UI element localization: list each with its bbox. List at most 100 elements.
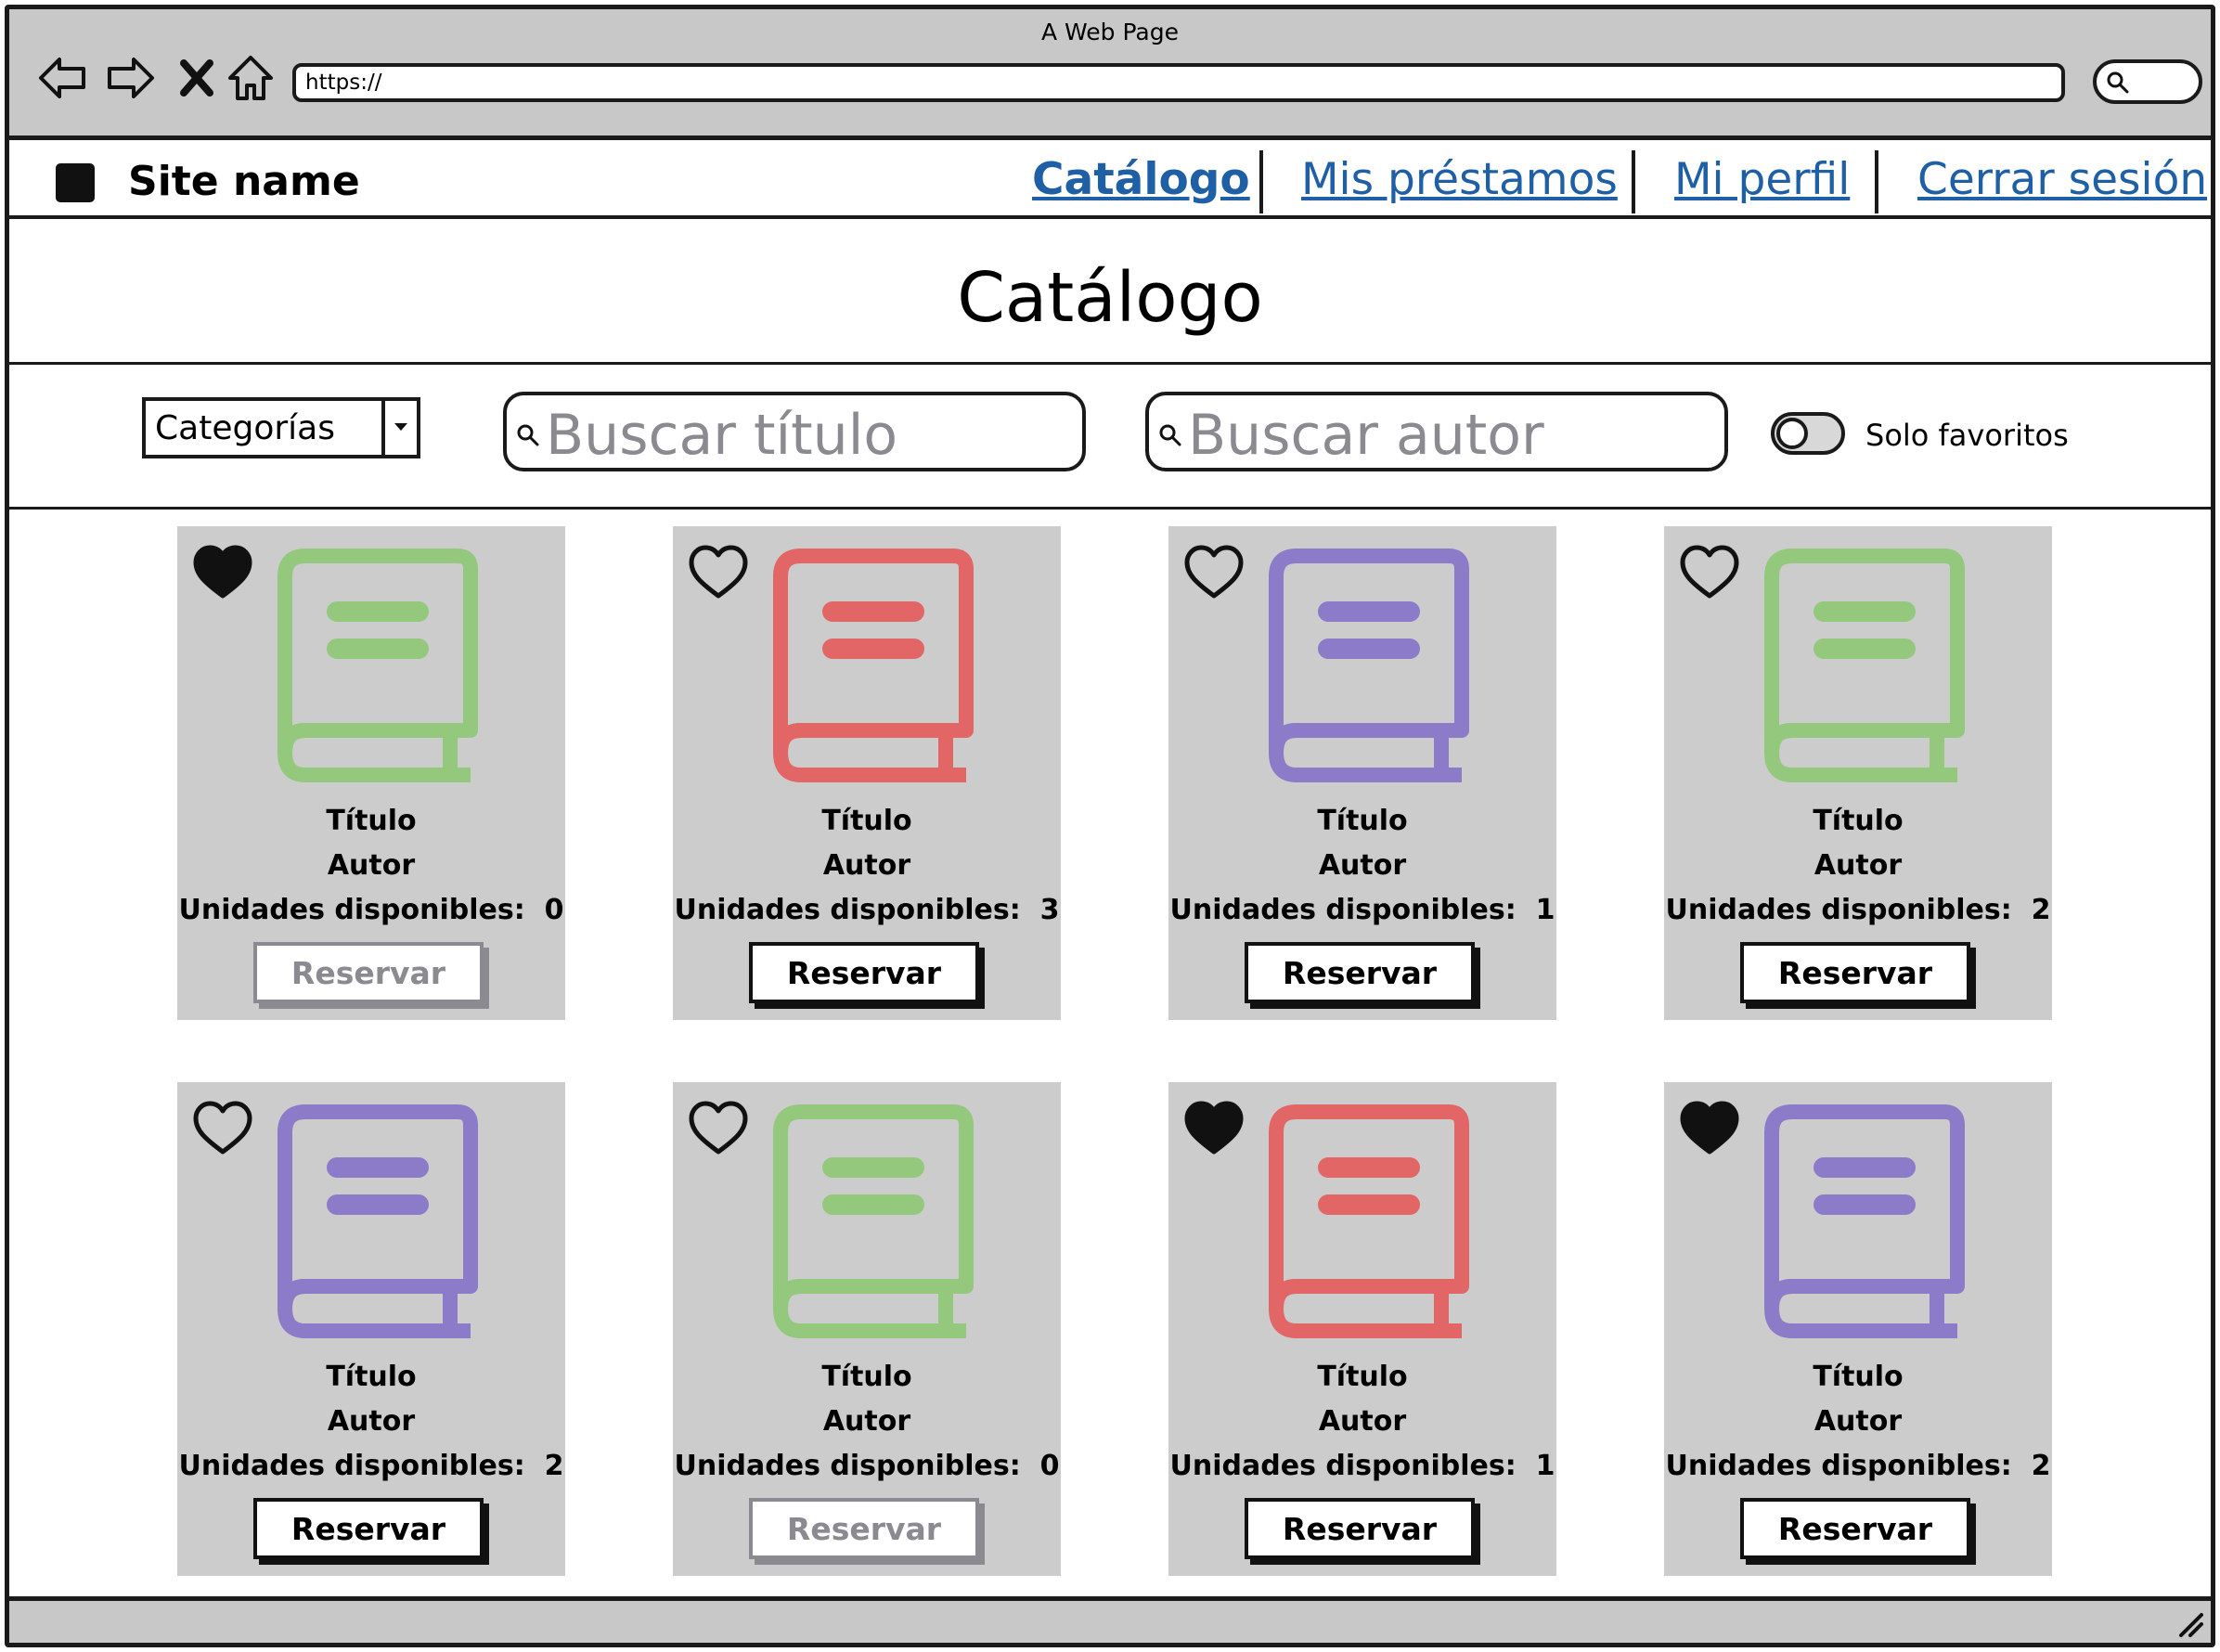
book-title: Título	[821, 805, 912, 837]
search-icon	[2107, 71, 2129, 94]
reserve-button[interactable]: Reservar	[749, 942, 979, 1003]
book-units: Unidades disponibles: 0	[177, 894, 565, 926]
page-title: Catálogo	[957, 258, 1263, 338]
dropdown-toggle[interactable]	[381, 401, 417, 455]
nav-link-catalogo[interactable]: Catálogo	[1032, 154, 1250, 205]
caret-down-icon	[394, 423, 407, 431]
book-card: Título Autor Unidades disponibles: 2 Res…	[1664, 526, 2052, 1020]
book-units: Unidades disponibles: 1	[1168, 1450, 1556, 1482]
book-icon	[1269, 549, 1469, 782]
heart-filled-icon[interactable]	[1679, 1099, 1740, 1156]
nav-separator	[1875, 150, 1878, 213]
search-icon	[1159, 424, 1181, 446]
book-units: Unidades disponibles: 2	[177, 1450, 565, 1482]
resize-grip-icon[interactable]	[2174, 1607, 2205, 1639]
heart-outline-icon[interactable]	[688, 543, 749, 600]
book-card: Título Autor Unidades disponibles: 3 Res…	[673, 526, 1061, 1020]
heart-outline-icon[interactable]	[688, 1099, 749, 1156]
book-author: Autor	[822, 1405, 911, 1438]
units-label: Unidades disponibles:	[1665, 894, 2012, 926]
book-icon	[1269, 1104, 1469, 1338]
book-units: Unidades disponibles: 2	[1664, 1450, 2052, 1482]
heart-filled-icon[interactable]	[192, 543, 253, 600]
book-author: Autor	[822, 849, 911, 882]
home-icon	[228, 56, 273, 100]
status-bar	[9, 1596, 2211, 1643]
title-search-input[interactable]: Buscar título	[503, 392, 1086, 471]
heart-outline-icon[interactable]	[192, 1099, 253, 1156]
nav-link-mis-prestamos[interactable]: Mis préstamos	[1301, 154, 1618, 205]
units-count: 2	[2031, 894, 2051, 926]
book-card: Título Autor Unidades disponibles: 2 Res…	[177, 1082, 565, 1576]
units-count: 2	[544, 1450, 564, 1482]
toggle-knob	[1776, 418, 1808, 449]
divider	[9, 362, 2211, 365]
book-card: Título Autor Unidades disponibles: 0 Res…	[673, 1082, 1061, 1576]
reserve-button[interactable]: Reservar	[253, 1498, 484, 1559]
book-units: Unidades disponibles: 0	[673, 1450, 1061, 1482]
heart-outline-icon[interactable]	[1183, 543, 1245, 600]
author-search-placeholder: Buscar autor	[1188, 403, 1544, 468]
browser-search-button[interactable]	[2093, 59, 2202, 104]
book-units: Unidades disponibles: 3	[673, 894, 1061, 926]
nav-link-mi-perfil[interactable]: Mi perfil	[1674, 154, 1850, 205]
book-title: Título	[1317, 1361, 1408, 1393]
browser-window: A Web Page https:// Site name Catálogo M…	[5, 5, 2215, 1647]
book-card: Título Autor Unidades disponibles: 0 Res…	[177, 526, 565, 1020]
book-title: Título	[821, 1361, 912, 1393]
units-label: Unidades disponibles:	[1169, 894, 1517, 926]
url-input[interactable]: https://	[292, 63, 2065, 102]
units-label: Unidades disponibles:	[178, 1450, 525, 1482]
book-author: Autor	[327, 1405, 416, 1438]
favorites-toggle[interactable]	[1771, 412, 1845, 455]
book-card: Título Autor Unidades disponibles: 1 Res…	[1168, 1082, 1556, 1576]
site-logo	[56, 163, 95, 202]
reserve-button[interactable]: Reservar	[1740, 942, 1970, 1003]
arrow-left-icon	[39, 58, 85, 98]
search-icon	[517, 424, 539, 446]
nav-separator	[1632, 150, 1635, 213]
reserve-button[interactable]: Reservar	[253, 942, 484, 1003]
book-author: Autor	[1813, 849, 1903, 882]
back-button[interactable]	[35, 50, 91, 106]
category-select[interactable]: Categorías	[142, 397, 420, 458]
book-card: Título Autor Unidades disponibles: 2 Res…	[1664, 1082, 2052, 1576]
reserve-button[interactable]: Reservar	[1740, 1498, 1970, 1559]
reserve-button[interactable]: Reservar	[749, 1498, 979, 1559]
book-title: Título	[1813, 1361, 1904, 1393]
units-count: 0	[544, 894, 564, 926]
units-label: Unidades disponibles:	[674, 894, 1021, 926]
category-select-label: Categorías	[155, 409, 335, 447]
close-icon	[180, 59, 213, 97]
heart-outline-icon[interactable]	[1679, 543, 1740, 600]
units-label: Unidades disponibles:	[1169, 1450, 1517, 1482]
stop-button[interactable]	[169, 50, 225, 106]
book-icon	[773, 1104, 974, 1338]
book-units: Unidades disponibles: 2	[1664, 894, 2052, 926]
book-icon	[278, 549, 478, 782]
book-units: Unidades disponibles: 1	[1168, 894, 1556, 926]
units-label: Unidades disponibles:	[1665, 1450, 2012, 1482]
book-icon	[773, 549, 974, 782]
home-button[interactable]	[223, 50, 278, 106]
book-icon	[1764, 1104, 1965, 1338]
units-count: 2	[2031, 1450, 2051, 1482]
book-author: Autor	[1318, 849, 1407, 882]
nav-separator	[1259, 150, 1263, 213]
book-title: Título	[326, 1361, 417, 1393]
book-author: Autor	[327, 849, 416, 882]
forward-button[interactable]	[102, 50, 158, 106]
site-header: Site name Catálogo Mis préstamos Mi perf…	[9, 145, 2211, 219]
favorites-toggle-label: Solo favoritos	[1865, 418, 2069, 453]
units-count: 1	[1535, 894, 1555, 926]
heart-filled-icon[interactable]	[1183, 1099, 1245, 1156]
book-title: Título	[1813, 805, 1904, 837]
reserve-button[interactable]: Reservar	[1245, 1498, 1475, 1559]
book-icon	[278, 1104, 478, 1338]
reserve-button[interactable]: Reservar	[1245, 942, 1475, 1003]
author-search-input[interactable]: Buscar autor	[1145, 392, 1728, 471]
book-author: Autor	[1813, 1405, 1903, 1438]
divider	[9, 507, 2211, 510]
nav-link-cerrar-sesion[interactable]: Cerrar sesión	[1917, 154, 2207, 205]
title-search-placeholder: Buscar título	[546, 403, 898, 468]
